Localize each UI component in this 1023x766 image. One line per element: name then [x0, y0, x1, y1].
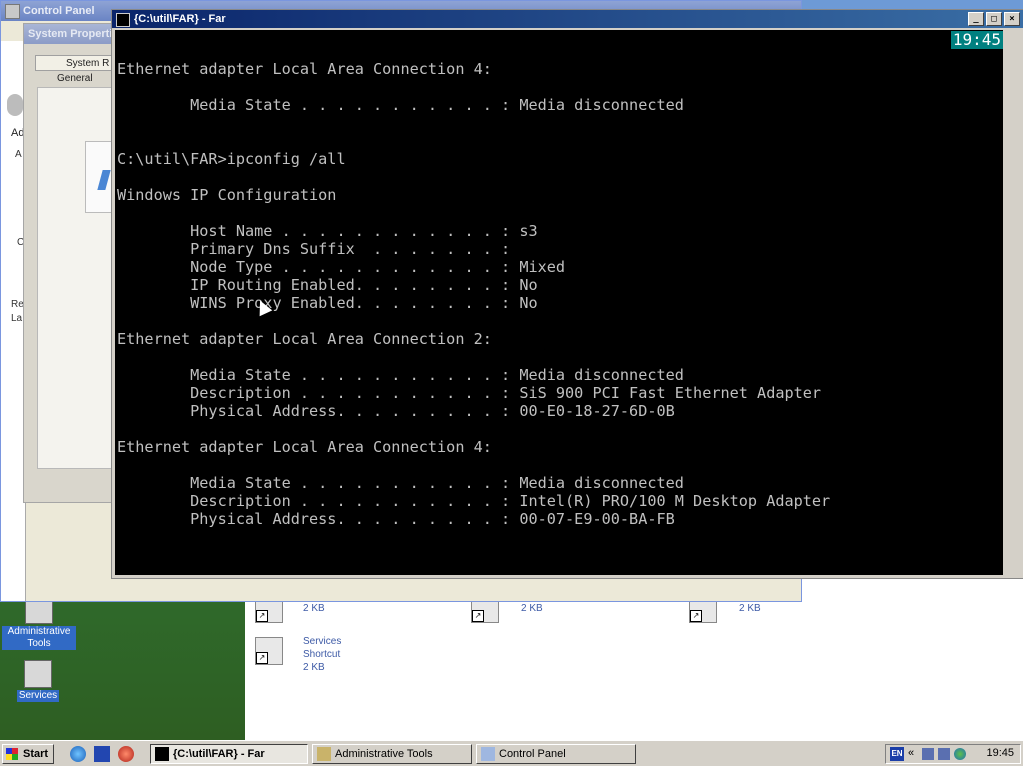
services-icon	[24, 660, 52, 688]
start-button[interactable]: Start	[2, 744, 54, 764]
console-icon	[155, 747, 169, 761]
console-line: Host Name . . . . . . . . . . . . : s3	[117, 222, 538, 240]
minimize-button[interactable]: _	[968, 12, 984, 26]
network-icon[interactable]	[922, 748, 934, 760]
tray-expand-icon[interactable]: «	[908, 747, 914, 759]
far-window-title: {C:\util\FAR} - Far	[134, 13, 226, 25]
console-line: IP Routing Enabled. . . . . . . . : No	[117, 276, 538, 294]
file-name: Services	[303, 636, 342, 647]
control-panel-icon	[481, 747, 495, 761]
taskbar: Start {C:\util\FAR} - Far Administrative…	[0, 740, 1023, 766]
file-size: 2 KB	[521, 603, 543, 614]
task-label: Administrative Tools	[335, 748, 433, 760]
show-desktop-icon[interactable]	[94, 746, 110, 762]
far-console-window: {C:\util\FAR} - Far _ □ × 19:45 Ethernet…	[111, 9, 1023, 579]
desktop-icon-services[interactable]: Services	[8, 660, 68, 702]
console-line: Windows IP Configuration	[117, 186, 337, 204]
media-player-icon[interactable]	[118, 746, 134, 762]
console-line: Ethernet adapter Local Area Connection 4…	[117, 438, 492, 456]
task-far[interactable]: {C:\util\FAR} - Far	[150, 744, 308, 764]
console-line: Physical Address. . . . . . . . . : 00-0…	[117, 510, 675, 528]
console-scrollbar[interactable]	[1005, 30, 1021, 575]
side-letter: A	[15, 149, 22, 160]
side-letter: La	[11, 313, 23, 324]
network-icon[interactable]	[938, 748, 950, 760]
far-titlebar[interactable]: {C:\util\FAR} - Far _ □ ×	[112, 10, 1023, 28]
task-label: {C:\util\FAR} - Far	[173, 748, 265, 760]
folder-icon	[317, 747, 331, 761]
file-item[interactable]: 2 KB	[521, 603, 543, 614]
close-button[interactable]: ×	[1004, 12, 1020, 26]
system-tray: EN « 19:45	[885, 744, 1021, 764]
services-shortcut-icon[interactable]: ↗	[255, 637, 283, 665]
file-size: 2 KB	[739, 603, 761, 614]
window-controls: _ □ ×	[968, 12, 1020, 26]
console-line: Ethernet adapter Local Area Connection 2…	[117, 330, 492, 348]
console-line: Ethernet adapter Local Area Connection 4…	[117, 60, 492, 78]
console-line: Description . . . . . . . . . . . : SiS …	[117, 384, 822, 402]
console-line: Primary Dns Suffix . . . . . . . :	[117, 240, 511, 258]
console-line: WINS Proxy Enabled. . . . . . . . : No	[117, 294, 538, 312]
task-administrative-tools[interactable]: Administrative Tools	[312, 744, 472, 764]
task-label: Control Panel	[499, 748, 566, 760]
file-item[interactable]: 2 KB	[303, 603, 325, 614]
far-clock: 19:45	[950, 30, 1003, 49]
tray-clock: 19:45	[986, 747, 1014, 759]
tab-general[interactable]: General	[37, 71, 119, 87]
file-item[interactable]: 2 KB	[739, 603, 761, 614]
file-type: Shortcut	[303, 649, 341, 660]
console-output[interactable]: 19:45 Ethernet adapter Local Area Connec…	[115, 30, 1003, 575]
tab-system-restore[interactable]: System R	[35, 55, 119, 71]
file-item-services[interactable]: Services Shortcut 2 KB	[303, 635, 341, 674]
control-panel-icon	[5, 4, 20, 19]
console-line: Description . . . . . . . . . . . : Inte…	[117, 492, 831, 510]
side-letter: Re	[11, 299, 24, 310]
windows-logo-icon	[85, 141, 113, 213]
console-line: Node Type . . . . . . . . . . . . : Mixe…	[117, 258, 566, 276]
desktop-icon-label: Services	[16, 690, 60, 702]
console-icon	[116, 13, 130, 27]
task-control-panel[interactable]: Control Panel	[476, 744, 636, 764]
back-button-icon[interactable]	[7, 94, 23, 116]
file-size: 2 KB	[303, 603, 325, 614]
system-properties-title[interactable]: System Properties	[24, 24, 120, 44]
file-size: 2 KB	[303, 662, 325, 673]
maximize-button[interactable]: □	[986, 12, 1002, 26]
internet-explorer-icon[interactable]	[70, 746, 86, 762]
control-panel-title: Control Panel	[23, 5, 95, 17]
language-indicator[interactable]: EN	[890, 747, 904, 761]
console-line: Media State . . . . . . . . . . . : Medi…	[117, 474, 684, 492]
console-line: Media State . . . . . . . . . . . : Medi…	[117, 366, 684, 384]
windows-flag-icon	[6, 748, 18, 760]
desktop-icon-label: Administrative Tools	[2, 626, 76, 650]
desktop-icon-administrative-tools[interactable]: Administrative Tools	[2, 596, 76, 650]
console-line: Physical Address. . . . . . . . . : 00-E…	[117, 402, 675, 420]
globe-icon[interactable]	[954, 748, 966, 760]
console-line: C:\util\FAR>ipconfig /all	[117, 150, 346, 168]
start-label: Start	[23, 748, 49, 760]
console-line: Media State . . . . . . . . . . . : Medi…	[117, 96, 684, 114]
